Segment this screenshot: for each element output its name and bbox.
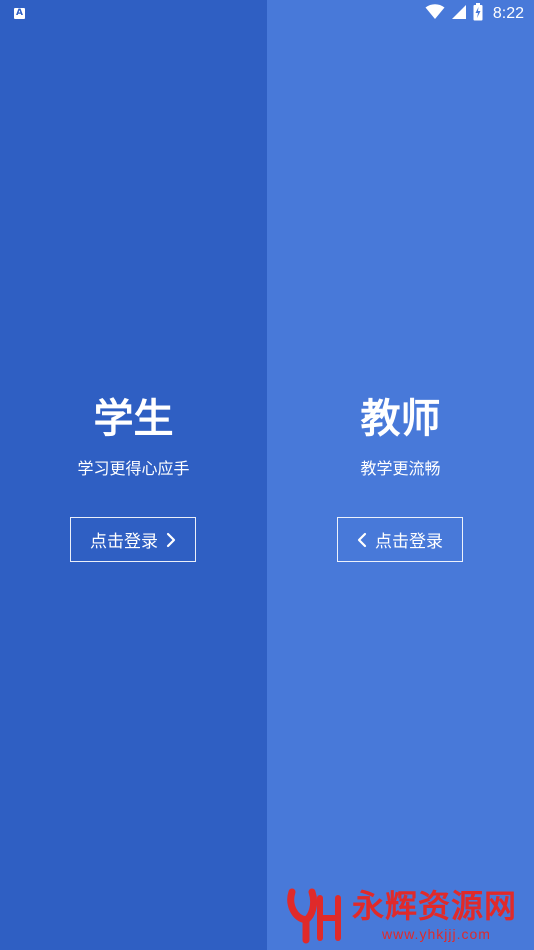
teacher-login-button[interactable]: 点击登录 — [337, 517, 463, 562]
chevron-right-icon — [166, 532, 176, 548]
student-login-button[interactable]: 点击登录 — [70, 517, 196, 562]
cellular-signal-icon — [451, 4, 467, 24]
status-bar: A 8:22 — [0, 0, 534, 28]
student-title: 学生 — [93, 396, 174, 442]
watermark-logo-icon — [286, 888, 348, 948]
watermark-url: www.yhkjjj.com — [382, 926, 491, 942]
app-notification-icon: A — [14, 8, 25, 19]
status-time: 8:22 — [492, 5, 524, 22]
wifi-icon — [425, 4, 445, 24]
teacher-title: 教师 — [360, 396, 441, 442]
teacher-subtitle: 教学更流畅 — [360, 459, 441, 478]
student-subtitle: 学习更得心应手 — [77, 459, 190, 478]
battery-icon — [473, 3, 483, 25]
teacher-login-label: 点击登录 — [375, 532, 443, 552]
student-panel[interactable]: 学生 学习更得心应手 点击登录 — [0, 0, 267, 950]
watermark: 永辉资源网 www.yhkjjj.com — [286, 884, 526, 944]
teacher-panel[interactable]: 教师 教学更流畅 点击登录 — [267, 0, 534, 950]
student-login-label: 点击登录 — [90, 532, 158, 552]
role-select-screen: 学生 学习更得心应手 点击登录 教师 教学更流畅 点击登录 A 8:22 永辉资… — [0, 0, 534, 950]
status-indicators: 8:22 — [425, 3, 524, 25]
chevron-left-icon — [357, 532, 367, 548]
watermark-name: 永辉资源网 — [352, 887, 518, 925]
